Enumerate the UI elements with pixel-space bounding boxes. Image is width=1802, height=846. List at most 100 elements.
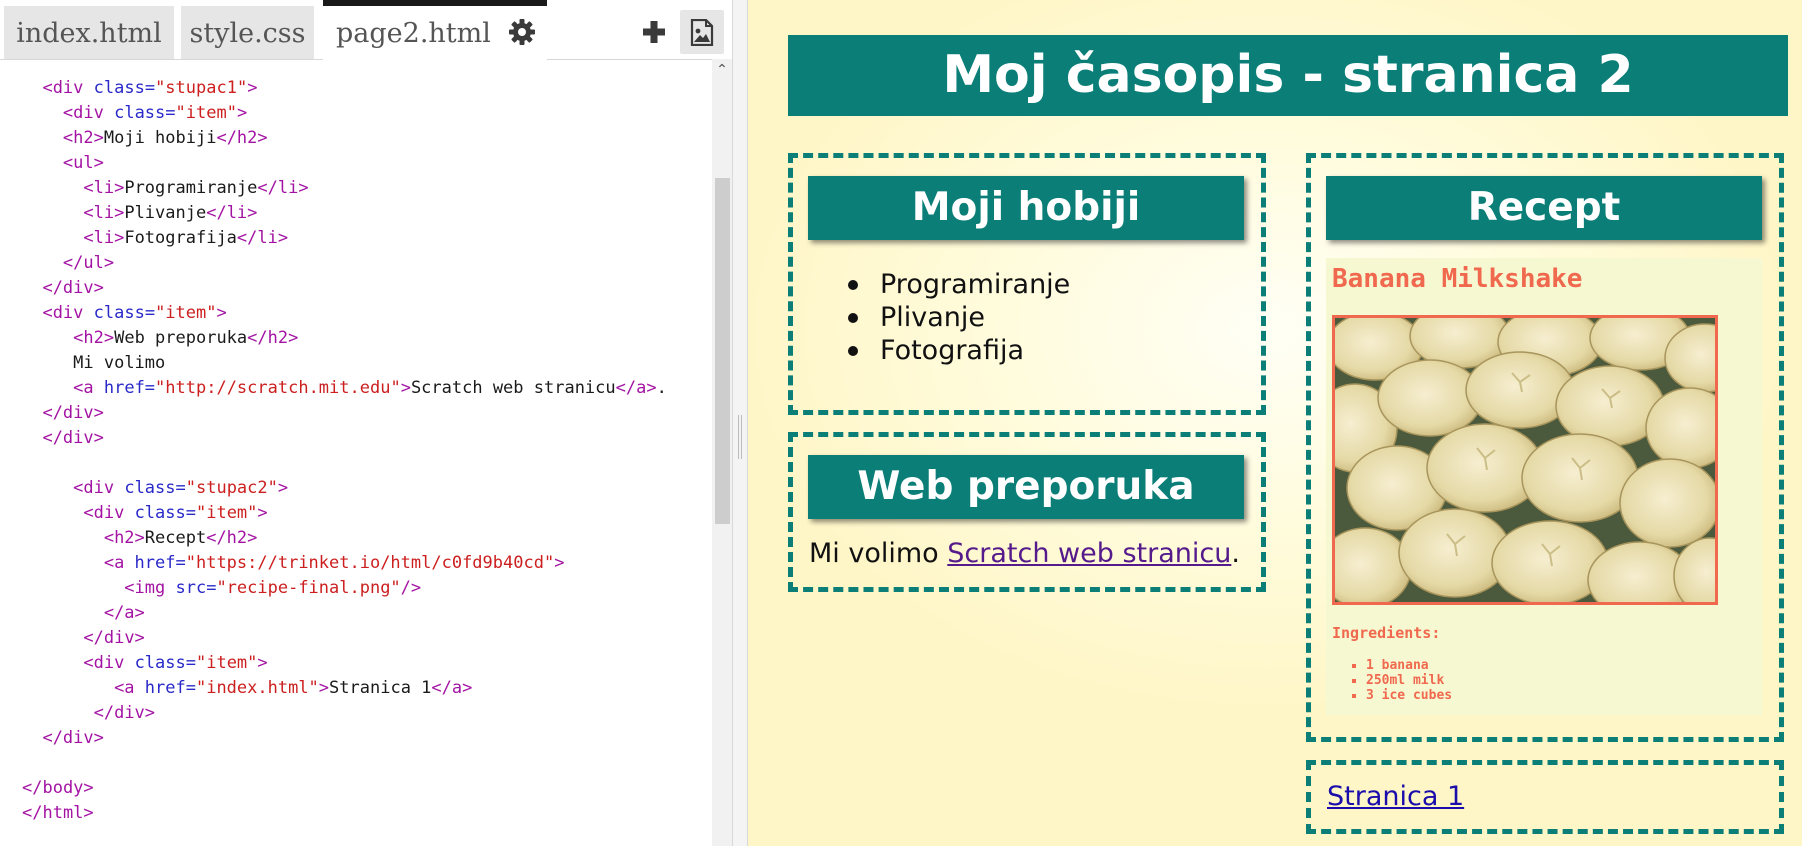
hobbies-heading: Moji hobiji [808,176,1244,240]
scratch-link[interactable]: Scratch web stranicu [947,538,1231,569]
gear-icon[interactable] [508,18,536,46]
code-line: <h2>Moji hobiji</h2> [63,126,268,151]
hobbies-list: Programiranje Plivanje Fotografija [848,268,1070,367]
code-line: </div> [42,426,103,451]
code-token: Mi volimo [73,353,166,373]
recipe-card-link[interactable]: Banana Milkshake Ingredients: 1 banana 2… [1326,258,1762,715]
code-token: > [257,653,268,673]
code-line: <ul> [63,151,104,176]
code-token: <a [114,678,145,698]
code-token: Recept [144,528,207,548]
plus-icon [643,21,665,43]
recipe-title: Banana Milkshake [1332,264,1583,294]
code-token: <li> [83,178,125,198]
code-token: href= [144,678,196,698]
code-area[interactable]: <div class="stupac1"> <div class="item"> <… [0,76,710,846]
code-line: <img src="recipe-final.png"/> [124,576,421,601]
code-token: </li> [257,178,309,198]
divider-grip-icon[interactable] [738,415,742,459]
code-token: <li> [83,203,125,223]
code-token: Fotografija [124,228,237,248]
code-line: </div> [83,626,144,651]
code-token: "recipe-final.png" [216,578,401,598]
page-title: Moj časopis - stranica 2 [788,35,1788,116]
code-token: </h2> [247,328,299,348]
code-token: "item" [195,503,258,523]
code-token: > [318,678,330,698]
ingredients-list: 1 banana 250ml milk 3 ice cubes [1352,658,1452,703]
page1-link[interactable]: Stranica 1 [1327,780,1464,814]
editor-tab-bar: index.html style.css page2.html [0,0,744,60]
code-line: <div class="item"> [42,301,226,326]
code-token: </div> [42,428,104,448]
code-token: > [277,478,289,498]
code-token: </a> [615,378,657,398]
code-token: > [554,553,565,573]
code-token: </body> [22,778,94,798]
code-token: href= [103,378,156,398]
code-line: Mi volimo [73,351,165,376]
list-item: Programiranje [848,268,1070,301]
code-line: </div> [94,701,155,726]
code-token: Plivanje [124,203,207,223]
code-editor[interactable]: index.html style.css page2.html <div cla… [0,0,744,846]
code-line: <a href="http://scratch.mit.edu">Scratch… [73,376,667,401]
code-token: class= [93,78,156,98]
code-line: <a href="index.html">Stranica 1</a> [114,676,472,701]
list-item: Plivanje [848,301,1070,334]
code-token: <div [62,103,115,123]
code-token: href= [134,553,186,573]
code-line: <a href="https://trinket.io/html/c0fd9b4… [104,551,565,576]
tab-index-html[interactable]: index.html [4,6,174,59]
list-item: 250ml milk [1352,673,1452,688]
code-token: . [656,378,667,398]
code-line: </ul> [63,251,114,276]
code-token: </div> [83,628,145,648]
code-token: </div> [42,278,104,298]
code-line: <div class="item"> [63,101,247,126]
code-line: </body> [22,776,94,801]
code-token: Scratch web stranicu [410,378,616,398]
code-token: > [216,303,227,323]
code-token: "item" [195,653,258,673]
list-item: 3 ice cubes [1352,688,1452,703]
web-text: Mi volimo Scratch web stranicu. [809,537,1240,571]
tab-style-css[interactable]: style.css [181,6,314,59]
code-token: <ul> [62,153,104,173]
scrollbar-thumb[interactable] [715,178,730,524]
code-token: > [400,378,411,398]
code-token: class= [93,303,156,323]
code-line: <div class="stupac1"> [42,76,257,101]
code-token: class= [124,478,186,498]
scroll-up-icon[interactable]: ⌃ [712,62,732,82]
code-token: Stranica 1 [329,678,432,698]
code-token: </div> [42,728,104,748]
code-token: Moji hobiji [103,128,217,148]
code-token: <div [42,78,94,98]
add-image-button[interactable] [680,10,724,54]
web-text-suffix: . [1231,538,1240,569]
code-token: <div [83,653,135,673]
code-token: "http://scratch.mit.edu" [155,378,401,398]
list-item: Fotografija [848,334,1070,367]
code-token: /> [400,578,422,598]
image-icon [690,19,714,46]
code-token: </h2> [206,528,258,548]
code-line: <div class="stupac2"> [73,476,288,501]
ingredients-label: Ingredients: [1332,624,1441,642]
code-token: > [257,503,268,523]
code-token: </li> [236,228,289,248]
code-line: </div> [42,276,103,301]
code-token: class= [134,653,196,673]
code-line: <div class="item"> [83,651,267,676]
code-token: "index.html" [195,678,319,698]
code-token: "stupac1" [155,78,248,98]
banana-slices-image [1332,315,1718,605]
code-token: <div [42,303,94,323]
code-token: </ul> [62,253,115,273]
code-line: </div> [42,726,103,751]
code-token: </a> [431,678,473,698]
code-token: "item" [175,103,237,123]
code-token: Web preporuka [114,328,248,348]
add-file-button[interactable] [640,17,668,47]
